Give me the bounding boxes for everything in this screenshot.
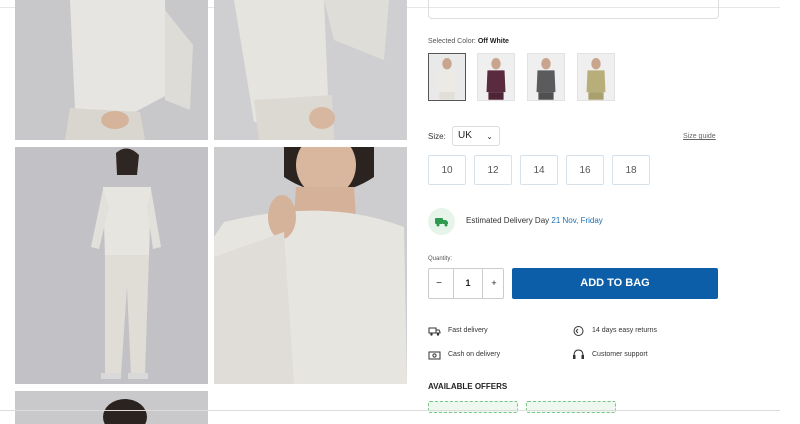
product-photo-3[interactable] xyxy=(15,147,208,384)
quantity-value[interactable]: 1 xyxy=(453,269,483,298)
cash-icon xyxy=(428,351,441,360)
delivery-label: Estimated Delivery Day xyxy=(466,216,550,225)
return-icon xyxy=(573,326,584,336)
product-photo-4[interactable] xyxy=(214,147,407,384)
size-unit-select[interactable]: UK ⌄ xyxy=(452,126,500,146)
headset-icon xyxy=(573,349,584,359)
selected-color-value: Off White xyxy=(477,38,509,45)
delivery-date: 21 Nov, Friday xyxy=(551,216,603,225)
selected-color-label: Selected Color: Off White xyxy=(428,38,509,45)
color-swatch-off-white[interactable] xyxy=(428,53,466,101)
color-swatch-olive[interactable] xyxy=(577,53,615,101)
size-unit-value: UK xyxy=(458,130,472,141)
truck-icon xyxy=(428,208,455,235)
truck-icon xyxy=(428,327,441,336)
add-to-bag-button[interactable]: ADD TO BAG xyxy=(512,268,718,299)
product-photo-1[interactable] xyxy=(15,0,208,140)
size-guide-link[interactable]: Size guide xyxy=(683,133,716,140)
quantity-stepper: − 1 + xyxy=(428,268,504,299)
quantity-increase-button[interactable]: + xyxy=(484,269,504,298)
size-option-18[interactable]: 18 xyxy=(612,155,650,185)
product-photo-5[interactable] xyxy=(15,391,208,424)
quantity-decrease-button[interactable]: − xyxy=(429,269,449,298)
estimated-delivery: Estimated Delivery Day 21 Nov, Friday xyxy=(466,216,603,225)
previous-section-box xyxy=(428,0,719,19)
color-swatch-charcoal[interactable] xyxy=(527,53,565,101)
chevron-down-icon: ⌄ xyxy=(486,132,493,141)
color-swatch-plum[interactable] xyxy=(477,53,515,101)
available-offers-heading: AVAILABLE OFFERS xyxy=(428,382,508,391)
bottom-divider xyxy=(0,410,780,411)
product-photo-2[interactable] xyxy=(214,0,407,140)
size-option-16[interactable]: 16 xyxy=(566,155,604,185)
size-option-12[interactable]: 12 xyxy=(474,155,512,185)
offer-card-2[interactable] xyxy=(526,401,616,413)
size-option-14[interactable]: 14 xyxy=(520,155,558,185)
size-option-10[interactable]: 10 xyxy=(428,155,466,185)
offer-card-1[interactable] xyxy=(428,401,518,413)
size-label: Size: xyxy=(428,132,446,141)
quantity-label: Quantity: xyxy=(428,256,453,262)
